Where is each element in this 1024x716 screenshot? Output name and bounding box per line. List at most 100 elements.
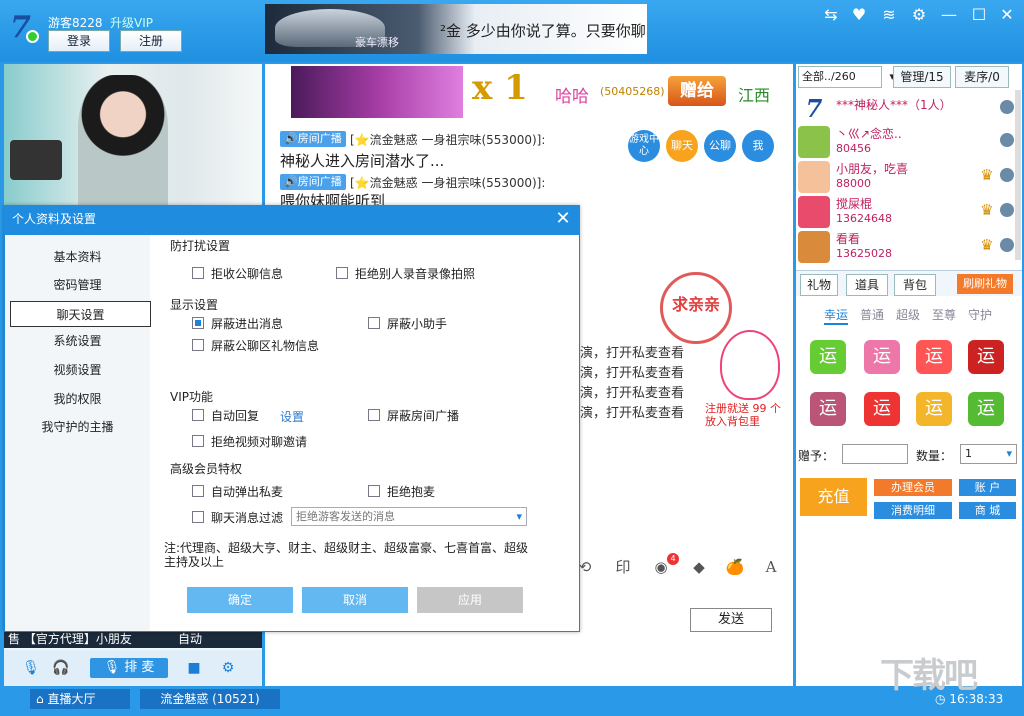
room-tab[interactable]: 流金魅惑 (10521) [140,689,280,709]
gift-item[interactable]: 运 [916,392,952,426]
user-row[interactable]: 看看 13625028 ♛ [798,230,1018,264]
gift-recipient-input[interactable] [842,444,908,464]
user-row[interactable]: 小朋友，吃喜 88000 ♛ [798,160,1018,194]
minimize-icon[interactable]: — [940,6,958,24]
ok-button[interactable]: 确定 [187,587,293,613]
webcam-icon [1000,133,1014,147]
gift-to-label: 赠予： [798,447,834,464]
section-display: 显示设置 [170,296,218,313]
register-button[interactable]: 注册 [120,30,182,52]
quantity-select[interactable]: 1▾ [960,444,1017,464]
hide-assistant-checkbox[interactable] [368,317,380,329]
apply-button[interactable]: 应用 [417,587,523,613]
tab-mic-queue[interactable]: 麦序/0 [955,66,1009,88]
gift-item[interactable]: 运 [810,340,846,374]
headphones-icon[interactable]: 🎧 [52,659,70,677]
chat-button[interactable]: 聊天 [666,130,698,162]
auto-reply-settings-link[interactable]: 设置 [280,408,304,425]
section-premium: 高级会员特权 [170,460,242,477]
reject-video-invite-checkbox[interactable] [192,435,204,447]
send-button[interactable]: 发送 [690,608,772,632]
message-filter-checkbox[interactable] [192,511,204,523]
settings-sync-icon[interactable]: ⇆ [822,6,840,24]
nav-basic-info[interactable]: 基本资料 [5,244,150,270]
chevron-down-icon: ▾ [1006,445,1012,463]
nav-guarded-hosts[interactable]: 我守护的主播 [5,414,150,440]
user-row[interactable]: 搅屎棍 13624648 ♛ [798,195,1018,229]
upgrade-vip-link[interactable]: 升级VIP [110,14,153,31]
live-hall-button[interactable]: ⌂ 直播大厅 [30,689,130,709]
favorite-icon[interactable]: ♥ [850,6,868,24]
message-user[interactable]: 流金魅惑 [370,133,418,147]
subtab-super[interactable]: 超级 [896,306,920,323]
nav-video-settings[interactable]: 视频设置 [5,357,150,383]
broadcast-tag: 🔊房间广播 [280,131,346,147]
auto-reply-checkbox[interactable] [192,409,204,421]
camera-icon[interactable]: ■ [184,659,204,677]
tab-manage[interactable]: 管理/15 [893,66,951,88]
cancel-button[interactable]: 取消 [302,587,408,613]
gear-icon[interactable]: ⚙ [910,6,928,24]
reject-recording-checkbox[interactable] [336,267,348,279]
message-user[interactable]: 流金魅惑 [370,176,418,190]
public-chat-button[interactable]: 公聊 [704,130,736,162]
reject-hug-mic-checkbox[interactable] [368,485,380,497]
settings-icon[interactable]: ⚙ [218,659,238,677]
brush-gifts-button[interactable]: 刷刷礼物 [957,274,1013,294]
queue-mic-button[interactable]: 🎙 排 麦 [90,658,168,678]
me-button[interactable]: 我 [742,130,774,162]
hide-gift-info-checkbox[interactable] [192,339,204,351]
wifi-icon[interactable]: ≋ [880,6,898,24]
gift-item[interactable]: 运 [968,392,1004,426]
cube-icon[interactable]: ◆ [689,557,709,577]
user-list-scrollbar[interactable] [1015,90,1021,260]
kiss-badge[interactable]: 求亲亲 [660,272,732,344]
avatar [798,126,830,158]
subtab-guard[interactable]: 守护 [968,306,992,323]
auto-popup-private-checkbox[interactable] [192,485,204,497]
reject-public-chat-checkbox[interactable] [192,267,204,279]
game-center-button[interactable]: 游戏中心 [628,130,660,162]
nav-system-settings[interactable]: 系统设置 [5,328,150,354]
store-button[interactable]: 商 城 [959,502,1016,519]
gift-item[interactable]: 运 [810,392,846,426]
recharge-button[interactable]: 充值 [800,478,867,516]
font-icon[interactable]: A [761,557,781,577]
clock-icon: ◷ [935,692,945,706]
gift-item[interactable]: 运 [864,340,900,374]
hide-enter-exit-checkbox[interactable] [192,317,204,329]
tab-backpack[interactable]: 背包 [894,274,936,296]
gift-item[interactable]: 运 [864,392,900,426]
close-icon[interactable]: ✕ [998,6,1016,24]
message-filter-select[interactable]: 拒绝游客发送的消息▾ [291,507,527,526]
stamp-icon[interactable]: 印 [613,557,633,577]
gift-item[interactable]: 运 [968,340,1004,374]
food-icon[interactable]: 🍊 [725,557,745,577]
account-button[interactable]: 账 户 [959,479,1016,496]
user-row[interactable]: 丶巛↗念恋.. 80456 [798,125,1018,159]
subtab-supreme[interactable]: 至尊 [932,306,956,323]
subtab-lucky[interactable]: 幸运 [824,306,848,325]
section-vip: VIP功能 [170,388,213,405]
nav-permissions[interactable]: 我的权限 [5,386,150,412]
tab-props[interactable]: 道具 [846,274,888,296]
membership-button[interactable]: 办理会员 [874,479,952,496]
video-overlay-text: 售 【官方代理】小朋友 [8,632,132,646]
user-row[interactable]: 7 ***神秘人***（1人） [798,92,1018,126]
maximize-icon[interactable]: ☐ [970,6,988,24]
nav-password[interactable]: 密码管理 [5,272,150,298]
dialog-close-icon[interactable]: ✕ [552,208,574,230]
spending-details-button[interactable]: 消费明细 [874,502,952,519]
clock: ◷ 16:38:33 [935,692,1003,706]
hide-room-broadcast-checkbox[interactable] [368,409,380,421]
room-filter-select[interactable]: 全部../260▾ [798,66,882,88]
tab-gifts[interactable]: 礼物 [800,274,838,296]
user-id: 13624648 [836,212,892,225]
subtab-normal[interactable]: 普通 [860,306,884,323]
login-button[interactable]: 登录 [48,30,110,52]
ad-banner[interactable]: 豪车漂移 ²金 多少由你说了算。只要你聊 [265,4,647,54]
nav-chat-settings[interactable]: 聊天设置 [10,301,151,327]
hide-assistant-label: 屏蔽小助手 [387,315,447,332]
gift-item[interactable]: 运 [916,340,952,374]
microphone-icon[interactable]: 🎙 [22,659,40,677]
